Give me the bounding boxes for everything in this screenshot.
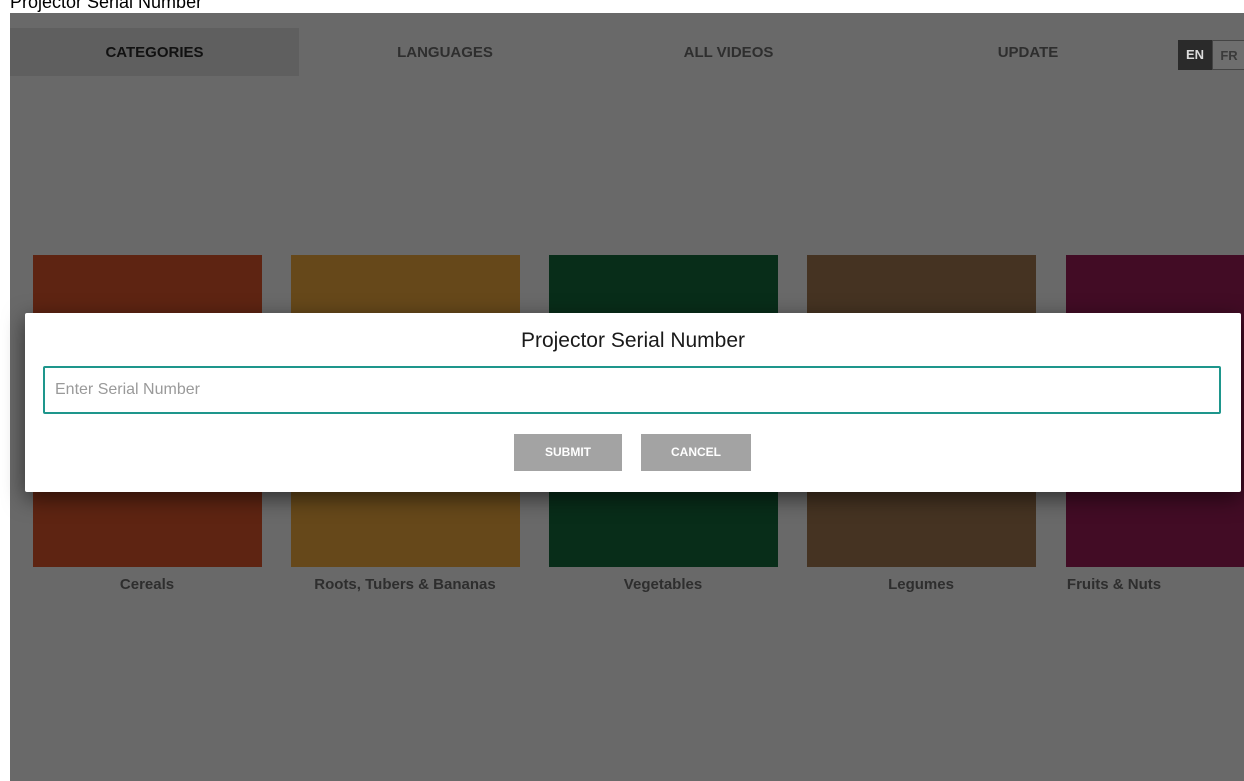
tab-all-videos[interactable]: ALL VIDEOS bbox=[591, 28, 866, 76]
tab-update[interactable]: UPDATE bbox=[903, 28, 1153, 76]
tab-languages[interactable]: LANGUAGES bbox=[299, 28, 591, 76]
category-label-fruits-nuts: Fruits & Nuts bbox=[1066, 576, 1162, 593]
language-toggle: EN FR bbox=[1178, 40, 1244, 70]
category-label-cereals: Cereals bbox=[119, 576, 175, 593]
category-label-vegetables: Vegetables bbox=[623, 576, 703, 593]
submit-button[interactable]: SUBMIT bbox=[514, 434, 622, 471]
dialog-title: Projector Serial Number bbox=[520, 329, 746, 352]
serial-number-dialog: Projector Serial Number SUBMIT CANCEL bbox=[25, 313, 1241, 492]
tab-categories[interactable]: CATEGORIES bbox=[10, 28, 299, 76]
window-title: Projector Serial Number bbox=[10, 0, 203, 12]
serial-number-input[interactable] bbox=[43, 366, 1221, 414]
language-fr-button[interactable]: FR bbox=[1212, 40, 1244, 70]
language-en-button[interactable]: EN bbox=[1178, 40, 1212, 70]
app-root: Projector Serial Number CATEGORIES LANGU… bbox=[0, 0, 1244, 781]
cancel-button[interactable]: CANCEL bbox=[641, 434, 751, 471]
category-label-roots-tubers-bananas: Roots, Tubers & Bananas bbox=[314, 576, 496, 593]
